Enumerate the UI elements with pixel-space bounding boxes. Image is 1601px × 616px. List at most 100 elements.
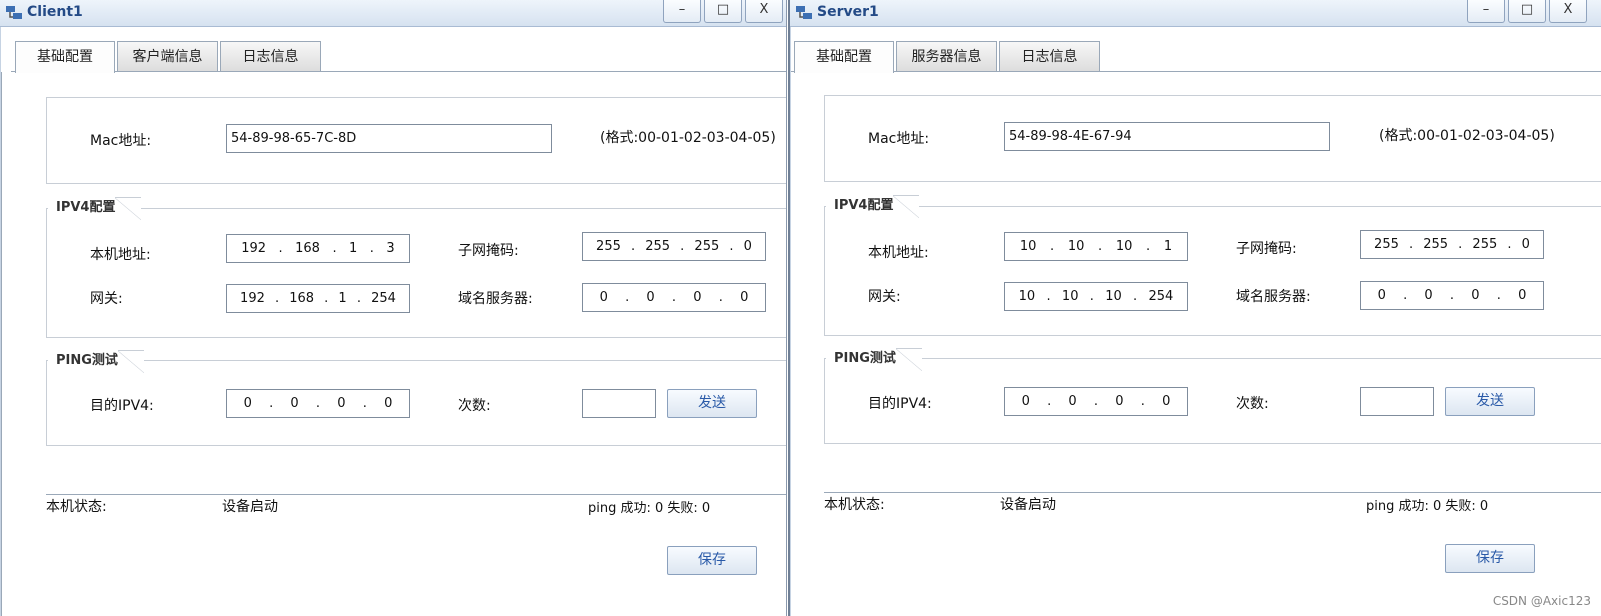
- dest-ip-input[interactable]: 0. 0. 0. 0: [226, 389, 410, 418]
- ip-octet: 0: [740, 290, 749, 305]
- status-label: 本机状态:: [46, 499, 107, 515]
- dest-ip-input[interactable]: 0. 0. 0. 0: [1004, 387, 1188, 416]
- ipv4-group: [46, 208, 786, 338]
- count-label: 次数:: [1236, 396, 1269, 412]
- ip-octet: 1: [349, 241, 358, 256]
- subnet-mask-input[interactable]: 255. 255. 255. 0: [1360, 230, 1544, 259]
- ip-octet: 0: [1518, 288, 1527, 303]
- count-input[interactable]: [1360, 387, 1434, 416]
- tab-basic-config[interactable]: 基础配置: [794, 41, 894, 73]
- mac-label: Mac地址:: [90, 133, 152, 149]
- close-button[interactable]: X: [745, 0, 783, 23]
- subnet-mask-label: 子网掩码:: [1236, 241, 1297, 257]
- window-title: Server1: [817, 4, 879, 20]
- mac-input[interactable]: 54-89-98-4E-67-94: [1004, 122, 1330, 151]
- network-host-icon: [796, 6, 812, 19]
- host-ip-label: 本机地址:: [90, 247, 151, 263]
- dns-input[interactable]: 0. 0. 0. 0: [1360, 281, 1544, 310]
- basic-config-panel: Mac地址: 54-89-98-4E-67-94 (格式:00-01-02-03…: [791, 72, 1601, 616]
- subnet-mask-label: 子网掩码:: [458, 243, 519, 259]
- server1-window: Server1 – □ X 基础配置 服务器信息 日志信息 Mac地址: 54-…: [788, 0, 1601, 616]
- status-divider: [824, 492, 1601, 493]
- ip-octet: 0: [743, 239, 752, 254]
- host-ip-input[interactable]: 192. 168. 1. 3: [226, 234, 410, 263]
- ip-octet: 3: [386, 241, 395, 256]
- ip-octet: 0: [1068, 394, 1077, 409]
- ip-octet: 1: [1163, 239, 1173, 254]
- ping-result: ping 成功: 0 失败: 0: [1366, 499, 1489, 514]
- mac-format-hint: (格式:00-01-02-03-04-05): [1379, 128, 1555, 144]
- maximize-button[interactable]: □: [1508, 0, 1546, 23]
- window-title: Client1: [27, 4, 83, 20]
- ip-octet: 255: [596, 239, 621, 254]
- ip-octet: 168: [289, 291, 315, 306]
- ip-octet: 0: [1377, 288, 1386, 303]
- subnet-mask-input[interactable]: 255. 255. 255. 0: [582, 232, 766, 261]
- ping-result: ping 成功: 0 失败: 0: [588, 501, 711, 516]
- send-button[interactable]: 发送: [1445, 387, 1535, 416]
- ip-octet: 254: [1148, 289, 1174, 304]
- network-host-icon: [6, 6, 22, 19]
- watermark: CSDN @Axic123: [1492, 594, 1591, 608]
- client1-window: Client1 – □ X 基础配置 客户端信息 日志信息 Mac地址: 54-…: [0, 0, 787, 616]
- status-divider: [46, 494, 786, 495]
- ip-octet: 192: [241, 241, 267, 256]
- close-button[interactable]: X: [1549, 0, 1587, 23]
- tab-log-info[interactable]: 日志信息: [999, 41, 1100, 72]
- window-client-area: 基础配置 服务器信息 日志信息 Mac地址: 54-89-98-4E-67-94…: [790, 27, 1601, 616]
- ip-octet: 168: [295, 241, 320, 256]
- dns-label: 域名服务器:: [1236, 289, 1311, 305]
- ip-octet: 254: [371, 291, 396, 306]
- ip-octet: 192: [240, 291, 265, 306]
- ip-octet: 0: [290, 396, 299, 411]
- title-bar: Server1 – □ X: [790, 0, 1601, 27]
- ip-octet: 0: [384, 396, 393, 411]
- ip-octet: 255: [1374, 237, 1399, 252]
- minimize-button[interactable]: –: [663, 0, 701, 23]
- tab-log-info[interactable]: 日志信息: [220, 41, 321, 72]
- save-button[interactable]: 保存: [667, 546, 757, 575]
- count-label: 次数:: [458, 398, 491, 414]
- ip-octet: 10: [1018, 289, 1036, 304]
- gateway-input[interactable]: 10. 10. 10. 254: [1004, 282, 1188, 311]
- ping-section-title: PING测试: [826, 348, 922, 371]
- tab-client-info[interactable]: 客户端信息: [117, 41, 218, 72]
- mac-label: Mac地址:: [868, 131, 930, 147]
- send-button[interactable]: 发送: [667, 389, 757, 418]
- status-value: 设备启动: [222, 499, 278, 515]
- ip-octet: 10: [1019, 239, 1037, 254]
- dest-ip-label: 目的IPV4:: [90, 398, 154, 414]
- window-client-area: 基础配置 客户端信息 日志信息 Mac地址: 54-89-98-65-7C-8D…: [0, 27, 786, 616]
- save-button[interactable]: 保存: [1445, 544, 1535, 573]
- status-label: 本机状态:: [824, 497, 885, 513]
- ip-octet: 0: [1471, 288, 1480, 303]
- ip-octet: 255: [1472, 237, 1498, 252]
- ip-octet: 255: [1423, 237, 1449, 252]
- host-ip-input[interactable]: 10. 10. 10. 1: [1004, 232, 1188, 261]
- ipv4-section-title: IPV4配置: [826, 195, 920, 218]
- ip-octet: 0: [693, 290, 702, 305]
- dns-input[interactable]: 0. 0. 0. 0: [582, 283, 766, 312]
- ip-octet: 1: [338, 291, 347, 306]
- gateway-input[interactable]: 192. 168. 1. 254: [226, 284, 410, 313]
- mac-format-hint: (格式:00-01-02-03-04-05): [600, 130, 776, 146]
- minimize-button[interactable]: –: [1467, 0, 1505, 23]
- gateway-label: 网关:: [868, 289, 901, 305]
- ip-octet: 0: [1115, 394, 1124, 409]
- ip-octet: 0: [1021, 394, 1030, 409]
- ipv4-section-title: IPV4配置: [48, 197, 142, 220]
- gateway-label: 网关:: [90, 291, 123, 307]
- maximize-button[interactable]: □: [704, 0, 742, 23]
- mac-input[interactable]: 54-89-98-65-7C-8D: [226, 124, 552, 153]
- ip-octet: 0: [1521, 237, 1530, 252]
- ip-octet: 255: [694, 239, 720, 254]
- count-input[interactable]: [582, 389, 656, 418]
- ip-octet: 0: [646, 290, 655, 305]
- tab-server-info[interactable]: 服务器信息: [896, 41, 997, 72]
- dns-label: 域名服务器:: [458, 291, 533, 307]
- ping-section-title: PING测试: [48, 350, 144, 373]
- ip-octet: 255: [645, 239, 671, 254]
- tab-basic-config[interactable]: 基础配置: [15, 41, 115, 73]
- title-bar: Client1 – □ X: [0, 0, 786, 27]
- ip-octet: 10: [1067, 239, 1085, 254]
